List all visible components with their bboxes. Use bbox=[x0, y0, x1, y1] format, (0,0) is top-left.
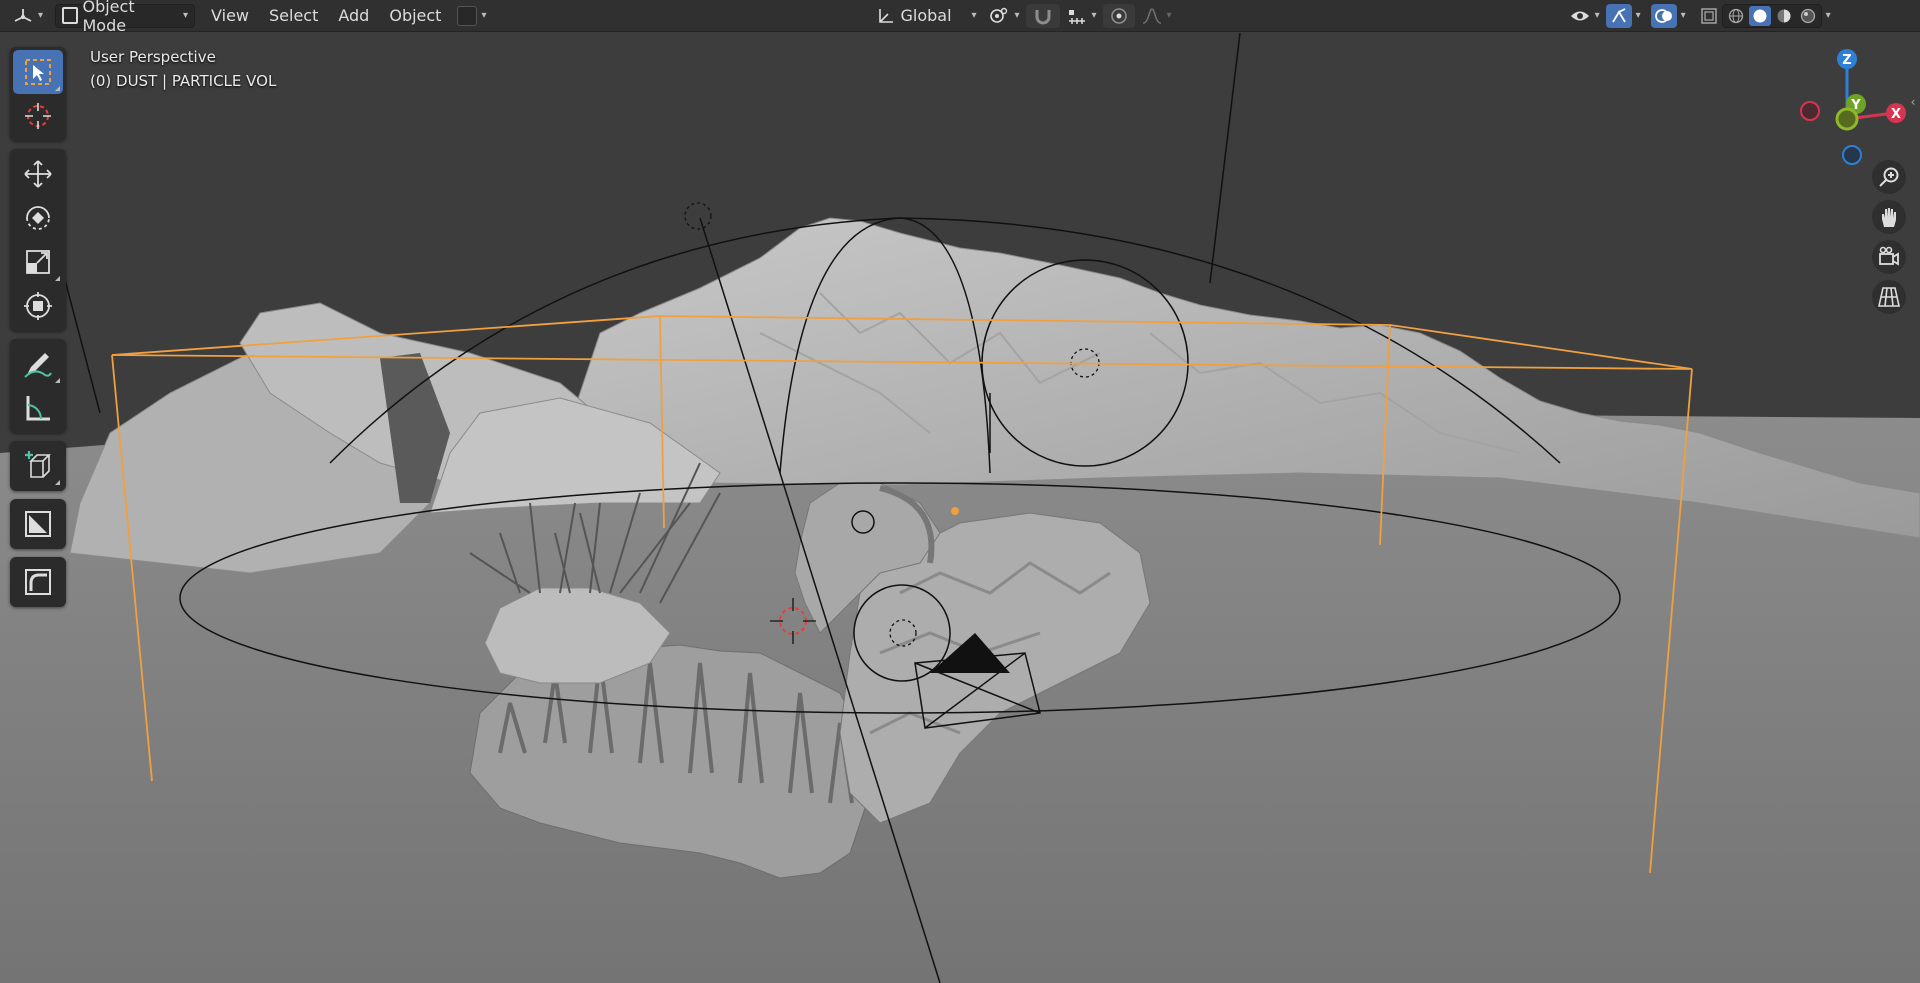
tool-shelf bbox=[10, 47, 66, 615]
chevron-down-icon: ▾ bbox=[38, 10, 44, 21]
wireframe-shading-icon[interactable] bbox=[1725, 6, 1747, 26]
hand-pan-icon bbox=[1882, 208, 1896, 227]
select-box-icon bbox=[25, 59, 51, 85]
cursor-tool[interactable] bbox=[13, 94, 63, 138]
rotate-tool[interactable] bbox=[13, 196, 63, 240]
chevron-down-icon: ▾ bbox=[1825, 10, 1831, 21]
rendered-shading-icon[interactable] bbox=[1797, 6, 1819, 26]
axis-x-label: X bbox=[1891, 107, 1901, 122]
overlays-icon bbox=[1654, 8, 1672, 23]
chevron-down-icon: ▾ bbox=[1014, 10, 1020, 21]
menu-view[interactable]: View bbox=[201, 4, 259, 28]
tool-group-modify bbox=[10, 499, 66, 549]
menu-object[interactable]: Object bbox=[379, 4, 451, 28]
chevron-down-icon: ▾ bbox=[183, 10, 189, 21]
transform-tool[interactable] bbox=[13, 284, 63, 328]
sidebar-expand-arrow[interactable]: ‹ bbox=[1906, 95, 1920, 123]
select-box-tool[interactable] bbox=[13, 50, 63, 94]
measure-tool[interactable] bbox=[13, 386, 63, 430]
editor-type-button[interactable]: ▾ bbox=[6, 4, 49, 28]
chevron-down-icon: ▾ bbox=[1680, 10, 1686, 21]
scene-canvas[interactable] bbox=[0, 33, 1920, 983]
tool-group-select bbox=[10, 47, 66, 141]
gizmo-icon bbox=[1611, 7, 1626, 22]
curve-gizmo-icon bbox=[457, 5, 478, 26]
shrink-tool[interactable] bbox=[13, 502, 63, 546]
scale-icon bbox=[26, 250, 50, 274]
zoom-button[interactable] bbox=[1872, 160, 1906, 194]
measure-icon bbox=[26, 396, 50, 421]
overlays-toggle[interactable] bbox=[1650, 3, 1677, 28]
chevron-down-icon: ▾ bbox=[481, 10, 487, 21]
tool-group-annotate bbox=[10, 339, 66, 433]
xray-icon bbox=[1700, 7, 1717, 24]
move-icon bbox=[24, 160, 52, 188]
visibility-dropdown[interactable]: ▾ bbox=[1563, 4, 1606, 28]
chevron-down-icon: ▾ bbox=[1166, 10, 1172, 21]
camera-view-button[interactable] bbox=[1872, 240, 1906, 274]
axis-z-label: Z bbox=[1842, 53, 1851, 68]
falloff-button[interactable]: ▾ bbox=[1135, 4, 1178, 28]
menu-add[interactable]: Add bbox=[328, 4, 379, 28]
tool-group-add bbox=[10, 441, 66, 491]
viewport-header: ▾ Object Mode ▾ View Select Add Object ▾… bbox=[0, 0, 1920, 35]
tool-group-curve bbox=[10, 557, 66, 607]
gizmo-dropdown[interactable]: ▾ bbox=[1632, 4, 1645, 28]
add-cube-tool[interactable] bbox=[13, 444, 63, 488]
annotate-tool[interactable] bbox=[13, 342, 63, 386]
orientation-label: Global bbox=[900, 6, 952, 25]
mode-label: Object Mode bbox=[82, 0, 135, 35]
selected-origin-dot bbox=[951, 507, 959, 515]
navigation-gizmo[interactable]: Z X Y bbox=[1770, 43, 1910, 173]
pivot-point-button[interactable]: ▾ bbox=[982, 4, 1025, 28]
perspective-toggle-button[interactable] bbox=[1872, 280, 1906, 314]
object-info-label: (0) DUST | PARTICLE VOL bbox=[90, 72, 277, 90]
curve-icon bbox=[25, 569, 51, 595]
eye-icon bbox=[1570, 11, 1589, 20]
snap-increment-icon bbox=[1068, 9, 1085, 24]
xray-toggle[interactable] bbox=[1696, 4, 1722, 28]
move-tool[interactable] bbox=[13, 152, 63, 196]
snap-target-button[interactable]: ▾ bbox=[1060, 4, 1103, 28]
material-shading-icon[interactable] bbox=[1773, 6, 1795, 26]
view3d-icon bbox=[14, 8, 32, 22]
object-gizmo-dropdown[interactable]: ▾ bbox=[451, 4, 492, 28]
camera-view-icon bbox=[1879, 246, 1899, 266]
cursor-icon bbox=[25, 103, 51, 129]
tool-group-transform bbox=[10, 149, 66, 331]
orientation-axis-icon bbox=[879, 8, 894, 23]
overlays-dropdown[interactable]: ▾ bbox=[1677, 4, 1690, 28]
rotate-icon bbox=[26, 206, 50, 230]
transform-orientation-selector[interactable]: Global ▾ bbox=[870, 4, 982, 28]
chevron-down-icon: ▾ bbox=[1091, 10, 1097, 21]
perspective-grid-icon bbox=[1878, 287, 1900, 307]
scale-tool[interactable] bbox=[13, 240, 63, 284]
chevron-down-icon: ▾ bbox=[1594, 10, 1600, 21]
curve-tool[interactable] bbox=[13, 560, 63, 604]
solid-shading-icon[interactable] bbox=[1748, 5, 1771, 26]
chevron-down-icon: ▾ bbox=[971, 10, 977, 21]
mode-selector[interactable]: Object Mode ▾ bbox=[55, 0, 196, 35]
transform-icon bbox=[24, 292, 52, 320]
3d-viewport[interactable]: User Perspective (0) DUST | PARTICLE VOL bbox=[0, 33, 1920, 983]
proportional-edit-toggle[interactable] bbox=[1102, 3, 1135, 28]
object-mode-icon bbox=[62, 7, 79, 24]
view-name-label: User Perspective bbox=[90, 48, 216, 66]
shading-dropdown[interactable]: ▾ bbox=[1822, 4, 1835, 28]
add-cube-icon bbox=[25, 451, 51, 478]
chevron-down-icon: ▾ bbox=[1635, 10, 1641, 21]
shrink-icon bbox=[25, 511, 51, 537]
proportional-edit-icon bbox=[1110, 7, 1127, 24]
annotate-icon bbox=[24, 353, 52, 378]
pivot-point-icon bbox=[990, 7, 1008, 23]
snap-toggle[interactable] bbox=[1025, 3, 1060, 28]
menu-select[interactable]: Select bbox=[259, 4, 328, 28]
shading-modes bbox=[1721, 3, 1822, 28]
falloff-curve-icon bbox=[1142, 7, 1161, 24]
snap-magnet-icon bbox=[1035, 9, 1051, 24]
pan-button[interactable] bbox=[1872, 200, 1906, 234]
zoom-icon bbox=[1879, 167, 1899, 187]
gizmo-toggle[interactable] bbox=[1605, 3, 1632, 28]
